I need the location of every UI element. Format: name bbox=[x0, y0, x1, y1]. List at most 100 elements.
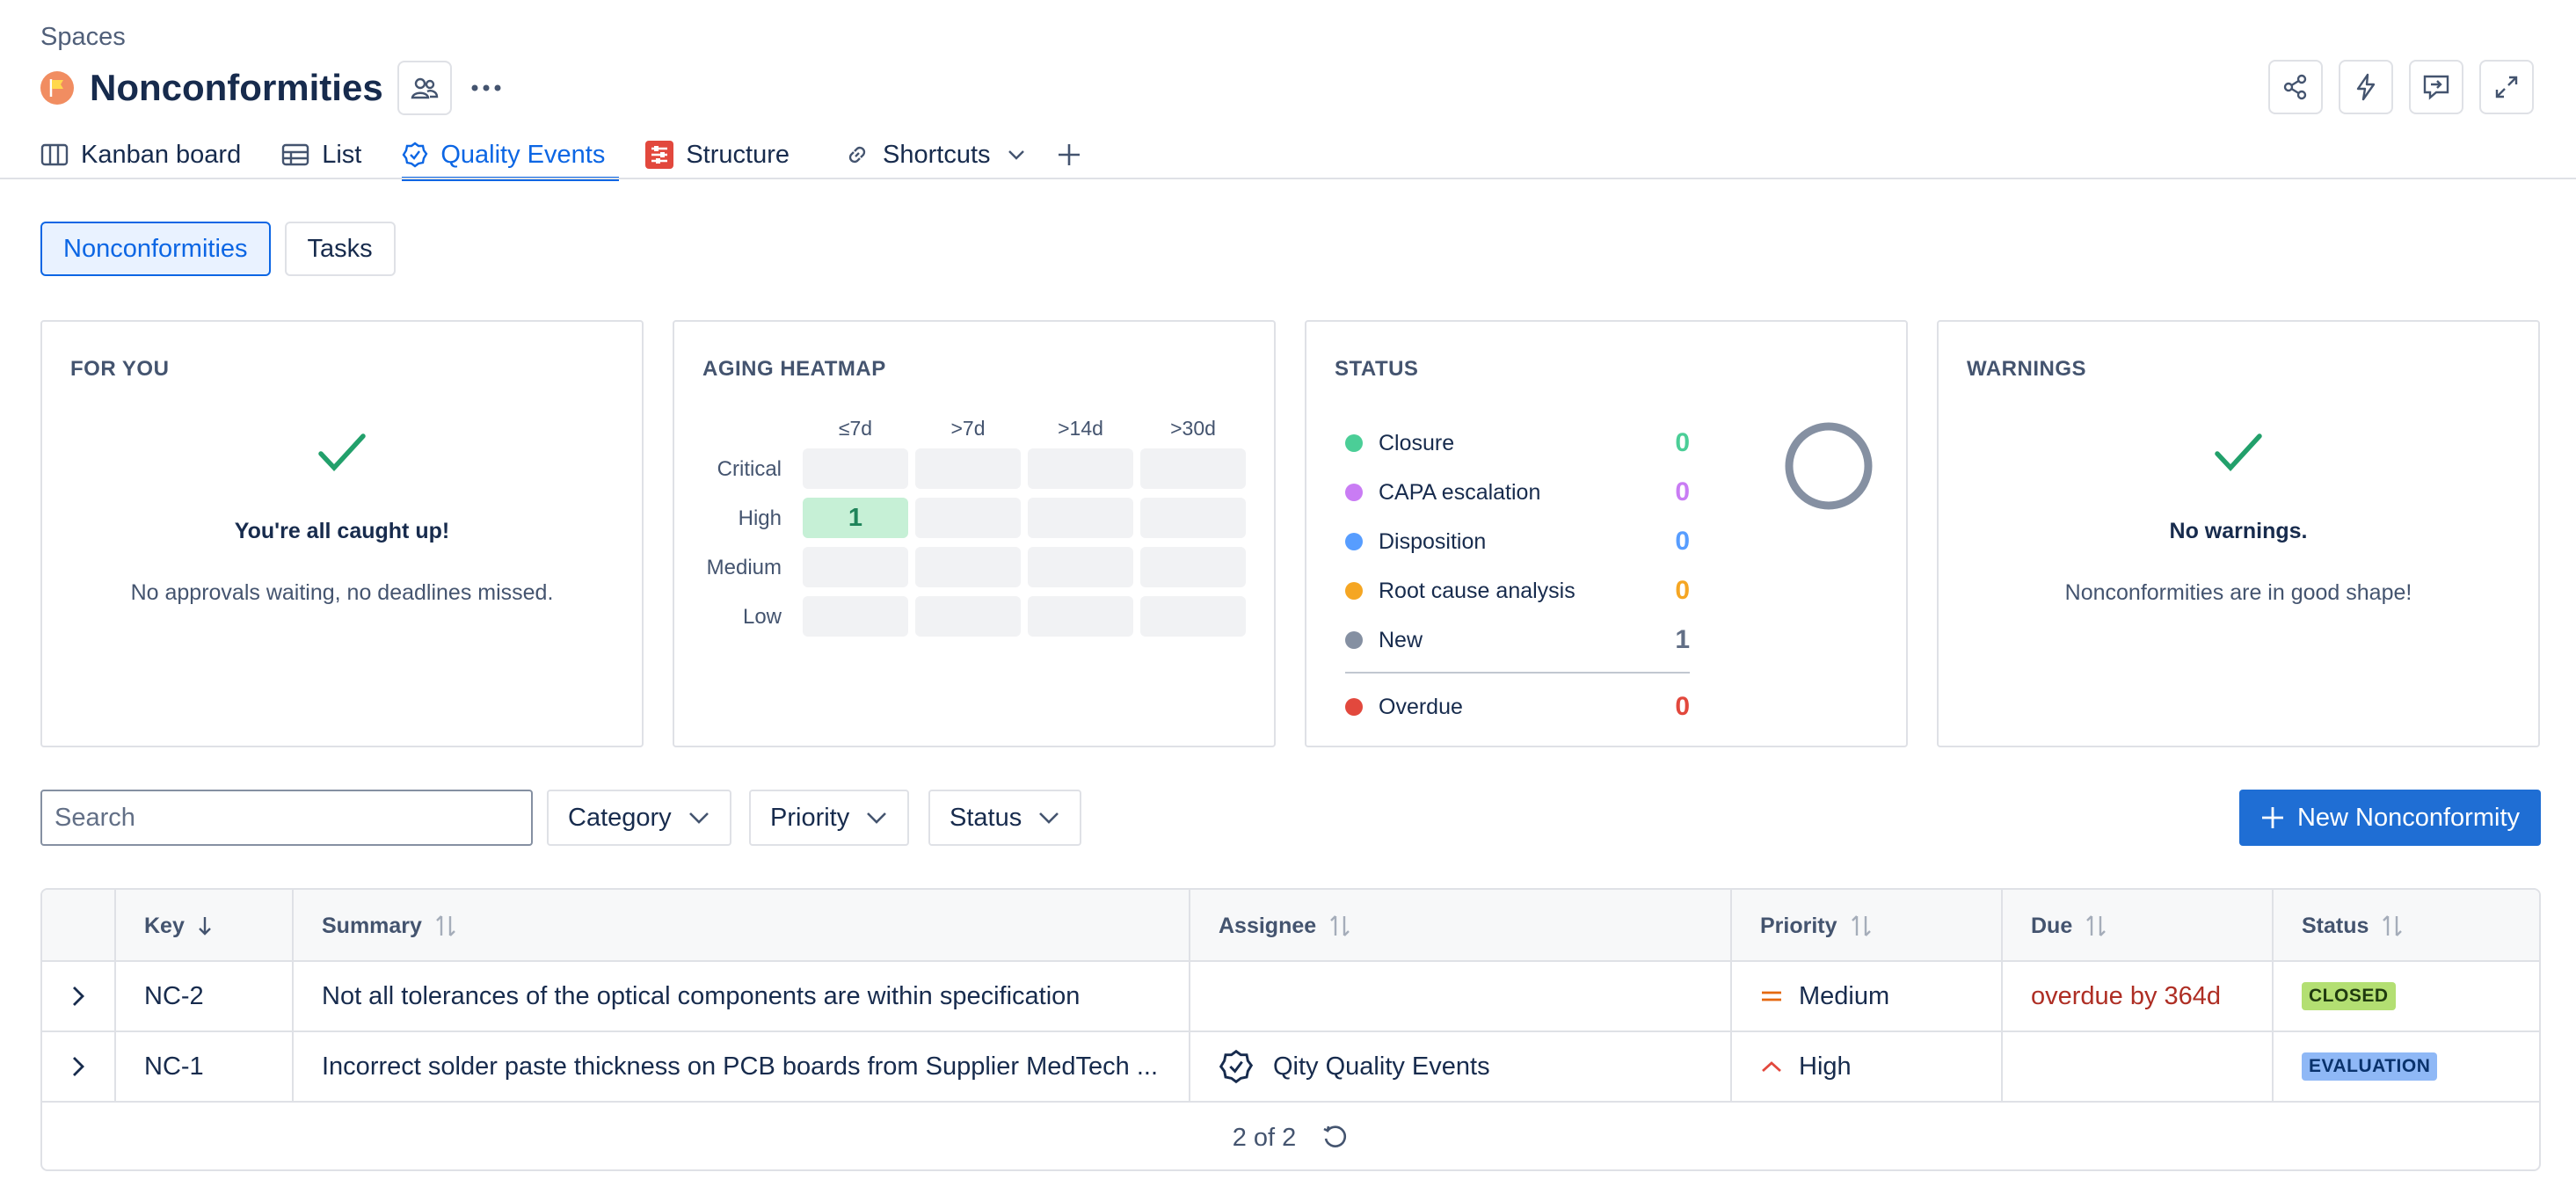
status-count: 0 bbox=[1675, 428, 1690, 457]
quality-badge-icon bbox=[402, 142, 428, 168]
for-you-card: FOR YOU You're all caught up! No approva… bbox=[40, 320, 644, 747]
column-label: Due bbox=[2031, 913, 2073, 938]
button-label: New Nonconformity bbox=[2296, 803, 2520, 832]
priority-label: Medium bbox=[1799, 981, 1890, 1010]
heatmap-cell[interactable] bbox=[915, 547, 1021, 587]
status-item[interactable]: Disposition 0 bbox=[1345, 517, 1690, 566]
heatmap-cell[interactable] bbox=[915, 448, 1021, 489]
heatmap-cell[interactable] bbox=[803, 547, 908, 587]
cell-priority[interactable]: High bbox=[1730, 1032, 2001, 1101]
tab-shortcuts[interactable]: Shortcuts bbox=[844, 132, 1026, 178]
cell-priority[interactable]: Medium bbox=[1730, 962, 2001, 1030]
refresh-icon[interactable] bbox=[1321, 1124, 1349, 1152]
warnings-message: Nonconformities are in good shape! bbox=[2064, 580, 2412, 605]
cell-summary[interactable]: Not all tolerances of the optical compon… bbox=[292, 962, 1189, 1030]
status-item[interactable]: Closure 0 bbox=[1345, 419, 1690, 468]
nonconformities-table: Key Summary Assignee Priority Due Status… bbox=[40, 888, 2541, 1171]
expand-button[interactable] bbox=[2479, 60, 2534, 114]
heatmap-cell[interactable] bbox=[1140, 498, 1246, 538]
heatmap-cell[interactable] bbox=[1028, 547, 1133, 587]
heatmap-cell[interactable] bbox=[915, 498, 1021, 538]
column-header-key[interactable]: Key bbox=[114, 890, 292, 962]
add-view-button[interactable] bbox=[1056, 132, 1095, 178]
status-count: 0 bbox=[1675, 527, 1690, 556]
column-header-summary[interactable]: Summary bbox=[292, 890, 1189, 962]
table-row[interactable]: NC-1 Incorrect solder paste thickness on… bbox=[42, 1032, 2539, 1103]
team-button[interactable] bbox=[397, 61, 452, 115]
column-label: Assignee bbox=[1219, 913, 1317, 938]
column-label: Summary bbox=[322, 913, 422, 938]
aging-heatmap-card: AGING HEATMAP ≤7d >7d >14d >30d Critical… bbox=[673, 320, 1276, 747]
tab-kanban-board[interactable]: Kanban board bbox=[40, 132, 241, 178]
heatmap-cell[interactable] bbox=[1028, 498, 1133, 538]
column-header-assignee[interactable]: Assignee bbox=[1189, 890, 1730, 962]
segment-tasks[interactable]: Tasks bbox=[284, 222, 396, 276]
tab-quality-events[interactable]: Quality Events bbox=[402, 132, 620, 181]
list-icon bbox=[282, 143, 309, 166]
chevron-right-icon bbox=[73, 987, 84, 1006]
people-icon bbox=[411, 77, 438, 99]
heatmap-cell[interactable] bbox=[1140, 596, 1246, 637]
link-icon bbox=[848, 146, 866, 164]
table-row[interactable]: NC-2 Not all tolerances of the optical c… bbox=[42, 962, 2539, 1032]
column-label: Status bbox=[2302, 913, 2369, 938]
plus-icon bbox=[2261, 807, 2283, 828]
status-item[interactable]: CAPA escalation 0 bbox=[1345, 468, 1690, 517]
heatmap-cell[interactable] bbox=[1140, 547, 1246, 587]
column-header-due[interactable]: Due bbox=[2001, 890, 2272, 962]
segment-nonconformities[interactable]: Nonconformities bbox=[40, 222, 271, 276]
more-actions-button[interactable] bbox=[459, 61, 513, 115]
priority-filter[interactable]: Priority bbox=[749, 790, 910, 846]
feedback-button[interactable] bbox=[2409, 60, 2463, 114]
expand-row-button[interactable] bbox=[42, 962, 114, 1030]
heatmap-column-header: ≤7d bbox=[838, 417, 873, 440]
expand-icon bbox=[2495, 76, 2518, 98]
status-filter[interactable]: Status bbox=[928, 790, 1082, 846]
heatmap-cell[interactable] bbox=[1028, 596, 1133, 637]
segment-toggle: Nonconformities Tasks bbox=[40, 222, 396, 276]
cell-key[interactable]: NC-1 bbox=[114, 1032, 292, 1101]
table-header: Key Summary Assignee Priority Due Status bbox=[42, 890, 2539, 962]
breadcrumb[interactable]: Spaces bbox=[40, 23, 126, 52]
heatmap-row-label: Critical bbox=[717, 457, 782, 481]
heatmap-cell[interactable] bbox=[803, 596, 908, 637]
status-item[interactable]: New 1 bbox=[1345, 615, 1690, 665]
status-item[interactable]: Root cause analysis 0 bbox=[1345, 566, 1690, 615]
status-list: Closure 0 CAPA escalation 0 Disposition 0 Root… bbox=[1345, 419, 1690, 732]
cell-status[interactable]: CLOSED bbox=[2272, 962, 2539, 1030]
assignee-name: Qity Quality Events bbox=[1273, 1052, 1490, 1081]
search-input[interactable]: Search bbox=[40, 790, 533, 846]
share-button[interactable] bbox=[2268, 60, 2323, 114]
column-label: Key bbox=[144, 913, 185, 938]
heatmap-cell[interactable] bbox=[1028, 448, 1133, 489]
cell-key[interactable]: NC-2 bbox=[114, 962, 292, 1030]
chevron-down-icon[interactable] bbox=[1007, 149, 1026, 161]
expand-row-button[interactable] bbox=[42, 1032, 114, 1101]
heatmap-cell[interactable] bbox=[803, 448, 908, 489]
status-item[interactable]: Overdue 0 bbox=[1345, 682, 1690, 732]
tab-label: Structure bbox=[686, 140, 790, 169]
heatmap-cell[interactable]: 1 bbox=[803, 498, 908, 538]
heatmap-cell[interactable] bbox=[1140, 448, 1246, 489]
cell-assignee[interactable]: Qity Quality Events bbox=[1189, 1032, 1730, 1101]
heatmap-cell[interactable] bbox=[915, 596, 1021, 637]
sort-icon bbox=[1851, 915, 1871, 936]
view-tabs: Kanban board List Quality Events Structu… bbox=[40, 132, 1135, 181]
tab-structure[interactable]: Structure bbox=[645, 132, 790, 178]
column-header-priority[interactable]: Priority bbox=[1730, 890, 2001, 962]
page-title: Nonconformities bbox=[90, 67, 383, 108]
sort-icon bbox=[1330, 915, 1350, 936]
category-filter[interactable]: Category bbox=[547, 790, 731, 846]
column-header-status[interactable]: Status bbox=[2272, 890, 2539, 962]
cell-status[interactable]: EVALUATION bbox=[2272, 1032, 2539, 1101]
structure-icon bbox=[645, 141, 674, 169]
status-dot-icon bbox=[1345, 698, 1363, 716]
cell-assignee[interactable] bbox=[1189, 962, 1730, 1030]
cell-summary[interactable]: Incorrect solder paste thickness on PCB … bbox=[292, 1032, 1189, 1101]
card-title: FOR YOU bbox=[70, 357, 170, 381]
tab-list[interactable]: List bbox=[281, 132, 361, 178]
tab-label: Shortcuts bbox=[883, 140, 991, 169]
automation-button[interactable] bbox=[2339, 60, 2393, 114]
new-nonconformity-button[interactable]: New Nonconformity bbox=[2238, 790, 2541, 846]
lightning-icon bbox=[2356, 73, 2376, 101]
